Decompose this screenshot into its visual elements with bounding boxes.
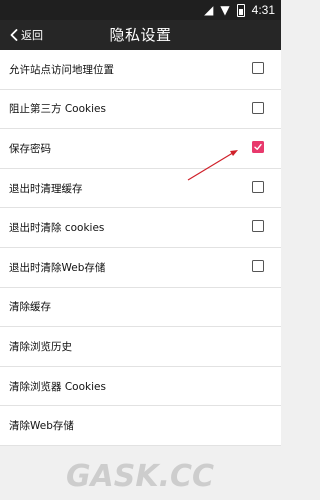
svg-text:GASK.CC: GASK.CC [66,459,214,494]
settings-row-label: 退出时清理缓存 [9,182,83,195]
settings-row-label: 允许站点访问地理位置 [9,63,114,76]
settings-row-label: 清除浏览历史 [9,340,72,353]
settings-list: 允许站点访问地理位置 阻止第三方 Cookies 保存密码退出时清理缓存退出时清除 … [0,50,281,446]
settings-row-label: 清除浏览器 Cookies [9,380,106,393]
checkbox[interactable] [252,220,264,233]
status-icons: ◢ ▼ 4:31 [204,3,275,17]
settings-row-label: 阻止第三方 Cookies [9,103,106,116]
watermark-logo: GASK.CC [66,459,214,494]
back-label: 返回 [21,29,43,42]
settings-row[interactable]: 阻止第三方 Cookies [0,90,281,130]
settings-row-label: 退出时清除Web存储 [9,261,106,274]
status-bar: ◢ ▼ 4:31 [0,0,281,20]
settings-row-label: 清除Web存储 [9,420,74,433]
wifi-icon: ▼ [220,3,230,17]
settings-row[interactable]: 清除Web存储 [0,406,281,446]
settings-row[interactable]: 退出时清除Web存储 [0,248,281,288]
status-time: 4:31 [251,3,275,17]
settings-row-label: 清除缓存 [9,301,51,314]
settings-row[interactable]: 清除浏览历史 [0,327,281,367]
check-icon [253,143,262,150]
settings-row-label: 退出时清除 cookies [9,222,105,235]
settings-row[interactable]: 保存密码 [0,129,281,169]
settings-row[interactable]: 允许站点访问地理位置 [0,50,281,90]
checkbox[interactable] [252,180,264,193]
settings-row-label: 保存密码 [9,142,51,155]
signal-icon: ◢ [204,3,214,17]
checkbox[interactable] [252,101,264,114]
checkbox[interactable] [252,62,264,74]
battery-icon [236,3,245,17]
settings-row[interactable]: 退出时清除 cookies [0,208,281,248]
checkbox-checked[interactable] [252,141,264,154]
back-button[interactable]: 返回 [10,20,43,50]
chevron-left-icon [10,29,18,41]
settings-row[interactable]: 退出时清理缓存 [0,169,281,209]
checkbox[interactable] [252,259,264,272]
settings-row[interactable]: 清除浏览器 Cookies [0,367,281,407]
app-bar: 隐私设置 返回 [0,20,281,50]
settings-row[interactable]: 清除缓存 [0,288,281,328]
